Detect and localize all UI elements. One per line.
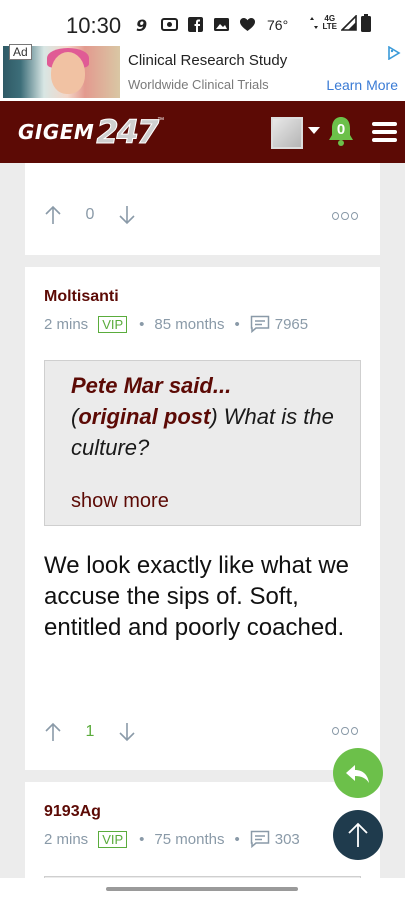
site-header: GIGEM 247 ™ 0 xyxy=(0,101,405,163)
signal-icon xyxy=(341,15,357,31)
ad-sponsor: Worldwide Clinical Trials xyxy=(128,77,269,92)
more-options-icon[interactable] xyxy=(332,726,358,736)
upvote-arrow-icon[interactable] xyxy=(45,722,61,742)
quote-author: Pete Mar said... xyxy=(71,373,232,398)
ad-title[interactable]: Clinical Research Study xyxy=(128,52,287,69)
quote-text: Pete Mar said... (original post) What is … xyxy=(71,373,334,460)
status-bar: 10:30 9 76° 4G LTE xyxy=(0,0,405,44)
radio-icon xyxy=(161,18,178,31)
user-avatar[interactable] xyxy=(271,117,303,149)
post-tenure: 75 months xyxy=(154,830,225,848)
vote-controls: 0 xyxy=(45,205,135,225)
post-meta: 2 mins VIP • 85 months • 7965 xyxy=(44,315,308,333)
meta-separator: • xyxy=(234,830,240,848)
ad-learn-more-link[interactable]: Learn More xyxy=(326,77,398,93)
image-icon xyxy=(214,18,229,31)
nine-icon: 9 xyxy=(136,16,147,33)
page: 10:30 9 76° 4G LTE Ad Clinical Research … xyxy=(0,0,405,900)
status-time: 10:30 xyxy=(66,13,122,38)
meta-separator: • xyxy=(139,830,145,848)
post-card: Moltisanti 2 mins VIP • 85 months • 7965… xyxy=(25,267,380,770)
comment-icon xyxy=(250,830,269,848)
hamburger-menu-icon[interactable] xyxy=(372,122,397,142)
original-post-link[interactable]: original post xyxy=(78,404,210,429)
comment-icon xyxy=(250,315,269,333)
network-label: 4G LTE xyxy=(322,14,337,31)
post-count: 7965 xyxy=(274,315,309,333)
svg-text:9: 9 xyxy=(136,16,147,33)
reply-button[interactable] xyxy=(333,748,383,798)
quote-block: Pete Mar said... (original post) What is … xyxy=(44,360,361,526)
downvote-arrow-icon[interactable] xyxy=(119,205,135,225)
status-temperature: 76° xyxy=(267,16,289,33)
vote-count: 1 xyxy=(85,723,95,740)
vote-count: 0 xyxy=(85,206,95,223)
post-username[interactable]: 9193Ag xyxy=(44,803,101,821)
post-tenure: 85 months xyxy=(154,315,225,333)
post-time: 2 mins xyxy=(44,830,89,848)
vote-controls: 1 xyxy=(45,722,135,742)
heart-icon xyxy=(240,18,255,31)
post-meta: 2 mins VIP • 75 months • 303 xyxy=(44,830,300,848)
site-logo[interactable]: GIGEM 247 ™ xyxy=(18,113,164,152)
data-arrows-icon xyxy=(310,17,319,29)
downvote-arrow-icon[interactable] xyxy=(119,722,135,742)
post-time: 2 mins xyxy=(44,315,89,333)
chevron-down-icon[interactable] xyxy=(308,127,320,134)
post-count: 303 xyxy=(274,830,300,848)
status-icons: 9 76° xyxy=(135,16,288,33)
arrow-up-icon xyxy=(348,822,368,847)
notification-count[interactable]: 0 xyxy=(327,121,355,138)
battery-icon xyxy=(361,14,371,32)
status-right: 4G LTE xyxy=(310,14,371,32)
ad-choices-icon[interactable] xyxy=(387,46,401,60)
vip-badge: VIP xyxy=(98,830,128,848)
post-card: 0 xyxy=(25,163,380,255)
home-gesture-pill[interactable] xyxy=(106,887,298,891)
scroll-to-top-button[interactable] xyxy=(333,810,383,860)
post-body: We look exactly like what we accuse the … xyxy=(44,552,350,641)
meta-separator: • xyxy=(234,315,240,333)
vip-badge: VIP xyxy=(98,315,128,333)
upvote-arrow-icon[interactable] xyxy=(45,205,61,225)
ad-banner[interactable]: Ad Clinical Research Study Worldwide Cli… xyxy=(0,44,405,101)
facebook-icon xyxy=(188,17,203,32)
show-more-link[interactable]: show more xyxy=(71,490,169,513)
more-options-icon[interactable] xyxy=(332,211,358,221)
system-nav-bar xyxy=(0,878,405,900)
reply-icon xyxy=(346,765,369,783)
ad-badge: Ad xyxy=(9,44,32,60)
post-username[interactable]: Moltisanti xyxy=(44,288,119,306)
meta-separator: • xyxy=(139,315,145,333)
